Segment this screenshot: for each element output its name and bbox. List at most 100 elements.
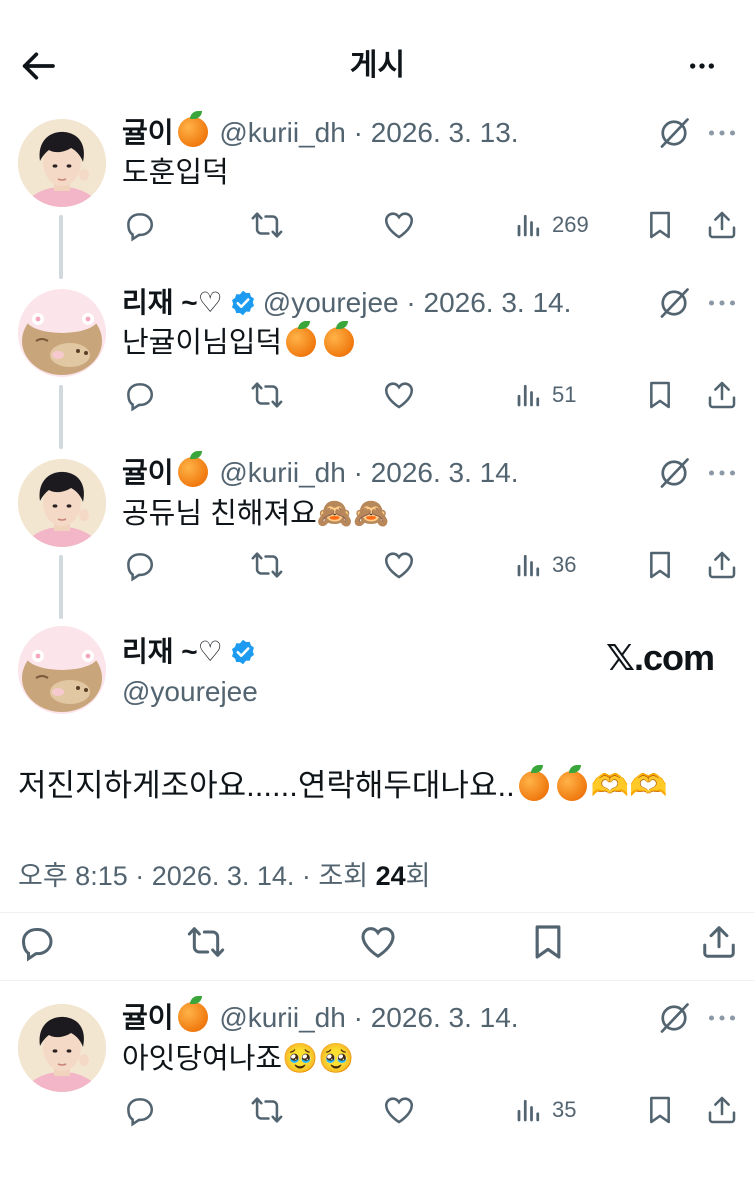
action-bar: 51 (122, 375, 742, 415)
share-icon[interactable] (706, 1090, 738, 1130)
main-tweet-text: 저진지하게조아요......연락해두대나요.. (18, 768, 515, 803)
reply-tweet[interactable]: 귤이 @kurii_dh · 2026. 3. 13. 도훈입덕 269 (0, 111, 755, 279)
user-handle[interactable]: @kurii_dh (219, 457, 345, 488)
page-title: 게시 (349, 49, 406, 82)
main-action-bar (0, 920, 755, 964)
bookmark-icon[interactable] (644, 375, 676, 415)
see-no-evil-monkey-icon: 🙈 (316, 496, 353, 530)
heart-hands-icon: 🫶 (629, 768, 668, 804)
reply-tweet[interactable]: 귤이 @kurii_dh · 2026. 3. 14. 아잇당여나죠🥹🥹 35 (0, 996, 755, 1158)
retweet-icon[interactable] (250, 1090, 284, 1130)
more-icon[interactable] (704, 1000, 740, 1036)
views-label: 조회 (318, 861, 369, 891)
top-bar: 게시 (0, 0, 755, 110)
bookmark-icon[interactable] (644, 205, 676, 245)
separator-dot: · (353, 117, 363, 148)
grok-icon[interactable] (656, 1000, 692, 1036)
orange-emoji-icon (286, 321, 317, 357)
post-date[interactable]: 2026. 3. 14. (152, 861, 295, 891)
separator-dot: · (353, 457, 363, 488)
reply-icon[interactable] (122, 205, 156, 245)
more-icon[interactable] (704, 115, 740, 151)
separator-dot: · (301, 861, 311, 891)
retweet-icon[interactable] (250, 375, 284, 415)
verified-icon (229, 638, 257, 666)
display-name[interactable]: 귤이 (122, 117, 174, 148)
views-button[interactable]: 35 (514, 1090, 576, 1130)
views-count: 269 (552, 212, 589, 237)
retweet-icon[interactable] (250, 205, 284, 245)
display-name[interactable]: 리재 ~♡ (122, 287, 223, 318)
retweet-icon[interactable] (186, 922, 226, 962)
orange-emoji-icon (556, 765, 587, 801)
bookmark-icon[interactable] (528, 922, 568, 962)
more-icon[interactable] (704, 455, 740, 491)
tweet-date[interactable]: 2026. 3. 14. (424, 287, 572, 318)
retweet-icon[interactable] (250, 545, 284, 585)
share-icon[interactable] (706, 205, 738, 245)
like-icon[interactable] (382, 545, 416, 585)
views-icon (514, 380, 544, 410)
views-button[interactable]: 269 (514, 205, 589, 245)
action-bar: 35 (122, 1090, 742, 1130)
views-icon (514, 210, 544, 240)
avatar[interactable] (18, 626, 106, 714)
tweet-header: 귤이 @kurii_dh · 2026. 3. 14. (122, 451, 519, 493)
tweet-text: 아잇당여나죠 (122, 1043, 283, 1075)
main-tweet-text-row: 저진지하게조아요......연락해두대나요.. 🫶🫶 (18, 764, 668, 808)
reply-icon[interactable] (16, 922, 56, 962)
user-handle[interactable]: @yourejee (122, 672, 258, 712)
share-icon[interactable] (700, 922, 738, 962)
user-handle[interactable]: @kurii_dh (219, 1002, 345, 1033)
share-icon[interactable] (706, 545, 738, 585)
like-icon[interactable] (358, 922, 398, 962)
like-icon[interactable] (382, 205, 416, 245)
views-icon (514, 550, 544, 580)
like-icon[interactable] (382, 375, 416, 415)
views-icon (514, 1095, 544, 1125)
tweet-header: 귤이 @kurii_dh · 2026. 3. 13. (122, 111, 519, 153)
orange-emoji-icon (324, 321, 355, 357)
views-button[interactable]: 36 (514, 545, 576, 585)
thread-line (59, 555, 63, 619)
avatar[interactable] (18, 119, 106, 207)
like-icon[interactable] (382, 1090, 416, 1130)
avatar[interactable] (18, 289, 106, 377)
reply-icon[interactable] (122, 375, 156, 415)
tweet-date[interactable]: 2026. 3. 14. (371, 457, 519, 488)
post-time[interactable]: 오후 8:15 (18, 861, 128, 891)
thread-line (59, 215, 63, 279)
grok-icon[interactable] (656, 115, 692, 151)
display-name[interactable]: 리재 ~♡ (122, 636, 223, 667)
bookmark-icon[interactable] (644, 1090, 676, 1130)
avatar[interactable] (18, 1004, 106, 1092)
views-suffix: 회 (405, 861, 431, 891)
user-handle[interactable]: @kurii_dh (219, 117, 345, 148)
more-icon[interactable] (682, 50, 722, 82)
grok-icon[interactable] (656, 285, 692, 321)
avatar[interactable] (18, 459, 106, 547)
views-count: 36 (552, 552, 577, 577)
action-bar: 269 (122, 205, 742, 245)
tweet-date[interactable]: 2026. 3. 14. (371, 1002, 519, 1033)
display-name[interactable]: 귤이 (122, 457, 174, 488)
tweet-text: 공듀님 친해져요 (122, 498, 317, 530)
display-name[interactable]: 귤이 (122, 1002, 174, 1033)
views-count: 51 (552, 382, 577, 407)
reply-icon[interactable] (122, 545, 156, 585)
verified-icon (229, 289, 257, 317)
tweet-date[interactable]: 2026. 3. 13. (371, 117, 519, 148)
reply-icon[interactable] (122, 1090, 156, 1130)
views-count[interactable]: 24 (376, 861, 406, 891)
reply-tweet[interactable]: 귤이 @kurii_dh · 2026. 3. 14. 공듀님 친해져요🙈🙈 3… (0, 451, 755, 623)
share-icon[interactable] (706, 375, 738, 415)
bookmark-icon[interactable] (644, 545, 676, 585)
divider (0, 912, 755, 913)
reply-tweet[interactable]: 리재 ~♡ @yourejee · 2026. 3. 14. 난귤이님입덕 51 (0, 283, 755, 449)
orange-emoji-icon (177, 451, 208, 487)
heart-hands-icon: 🫶 (590, 768, 630, 804)
user-handle[interactable]: @yourejee (263, 287, 399, 318)
more-icon[interactable] (704, 285, 740, 321)
views-button[interactable]: 51 (514, 375, 576, 415)
grok-icon[interactable] (656, 455, 692, 491)
